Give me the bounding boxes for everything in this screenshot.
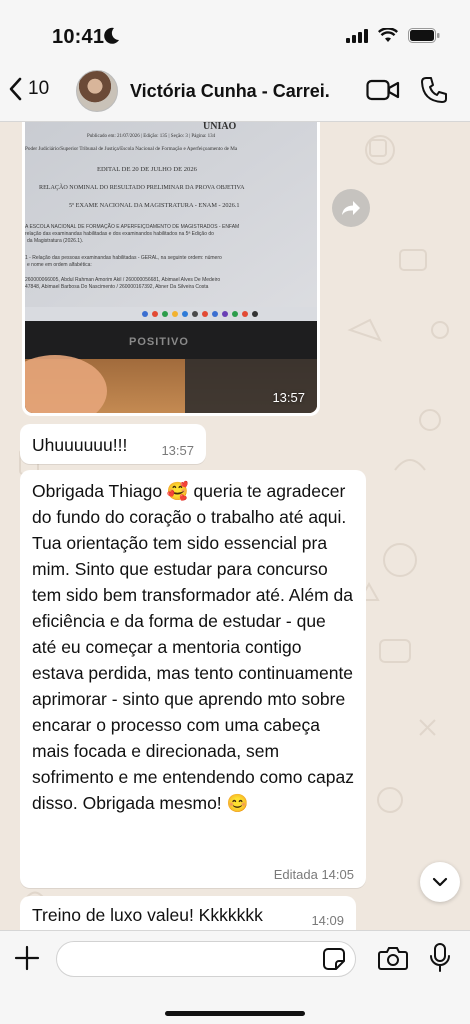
message-meta: Editada 14:05 xyxy=(274,867,354,882)
camera-icon xyxy=(378,947,408,970)
camera-button[interactable] xyxy=(378,945,408,976)
chevron-left-icon xyxy=(9,77,22,101)
voice-call-button[interactable] xyxy=(420,76,448,109)
focus-moon-icon xyxy=(104,27,119,44)
chat-header: 10 Victória Cunha - Carrei... xyxy=(0,64,470,122)
contact-name[interactable]: Victória Cunha - Carrei... xyxy=(130,81,330,102)
doc-publication-line: Publicado em: 21/07/2026 | Edição: 135 |… xyxy=(87,134,216,139)
doc-body-line: 1 - Relação das pessoas examinandas habi… xyxy=(25,255,222,261)
photo-message[interactable]: UNIÃO Publicado em: 21/07/2026 | Edição:… xyxy=(22,118,320,416)
composer-bar xyxy=(0,930,470,1024)
status-time: 10:41 xyxy=(52,26,105,48)
doc-subtitle: 5º EXAME NACIONAL DA MAGISTRATURA - ENAM… xyxy=(69,202,240,209)
doc-body-line: da Magistratura (2026.1). xyxy=(27,238,83,244)
forward-button[interactable] xyxy=(332,189,370,227)
home-indicator xyxy=(165,1011,305,1016)
video-call-button[interactable] xyxy=(366,78,400,107)
doc-body-line: 260000066005, Abdul Rahman Amorim Akil /… xyxy=(25,277,220,283)
plus-icon xyxy=(14,945,40,971)
back-button[interactable]: 10 xyxy=(8,77,49,101)
microphone-button[interactable] xyxy=(428,943,452,978)
message-text: Obrigada Thiago 🥰 queria te agradecer do… xyxy=(32,481,354,813)
message-time: 14:05 xyxy=(321,867,354,882)
doc-masthead: UNIÃO xyxy=(203,121,237,132)
microphone-icon xyxy=(430,943,450,972)
message-time: 14:09 xyxy=(311,913,344,928)
message-bubble[interactable]: Uhuuuuuu!!! 13:57 xyxy=(20,424,206,464)
monitor-brand: POSITIVO xyxy=(129,336,189,348)
photo-timestamp: 13:57 xyxy=(272,390,305,405)
message-input[interactable] xyxy=(56,941,356,977)
sticker-button[interactable] xyxy=(322,947,346,976)
video-camera-icon xyxy=(366,79,400,101)
message-time: 13:57 xyxy=(161,443,194,458)
doc-body-line: 47848, Abimael Barbosa Do Nascimento / 2… xyxy=(25,284,209,290)
battery-icon xyxy=(408,28,440,43)
doc-body-line: e nome em ordem alfabética: xyxy=(27,262,92,268)
contact-avatar[interactable] xyxy=(76,70,118,112)
message-photo[interactable]: UNIÃO Publicado em: 21/07/2026 | Edição:… xyxy=(25,121,317,413)
chevron-down-icon xyxy=(432,877,448,887)
scroll-to-bottom-button[interactable] xyxy=(420,862,460,902)
attach-button[interactable] xyxy=(14,945,40,976)
doc-organ-line: Poder Judiciário/Superior Tribunal de Ju… xyxy=(25,145,238,152)
doc-body-line: A ESCOLA NACIONAL DE FORMAÇÃO E APERFEIÇ… xyxy=(25,223,239,230)
forward-arrow-icon xyxy=(342,201,360,215)
doc-body-line: relação das examinandas habilitadas e do… xyxy=(25,231,214,237)
message-bubble[interactable]: Obrigada Thiago 🥰 queria te agradecer do… xyxy=(20,470,366,888)
photo-content: UNIÃO Publicado em: 21/07/2026 | Edição:… xyxy=(25,121,317,413)
status-icons xyxy=(346,28,440,43)
doc-edital: EDITAL DE 20 DE JULHO DE 2026 xyxy=(97,166,198,173)
phone-icon xyxy=(421,77,447,103)
cellular-signal-icon xyxy=(346,28,368,43)
unread-count: 10 xyxy=(28,78,50,99)
message-bubble[interactable]: Treino de luxo valeu! Kkkkkkk 14:09 xyxy=(20,896,356,934)
edited-label: Editada xyxy=(273,867,318,882)
sticker-icon xyxy=(323,948,345,970)
doc-title: RELAÇÃO NOMINAL DO RESULTADO PRELIMINAR … xyxy=(39,183,245,191)
message-text: Treino de luxo valeu! Kkkkkkk xyxy=(32,905,263,925)
wifi-icon xyxy=(378,28,398,42)
status-bar: 10:41 xyxy=(0,0,470,64)
